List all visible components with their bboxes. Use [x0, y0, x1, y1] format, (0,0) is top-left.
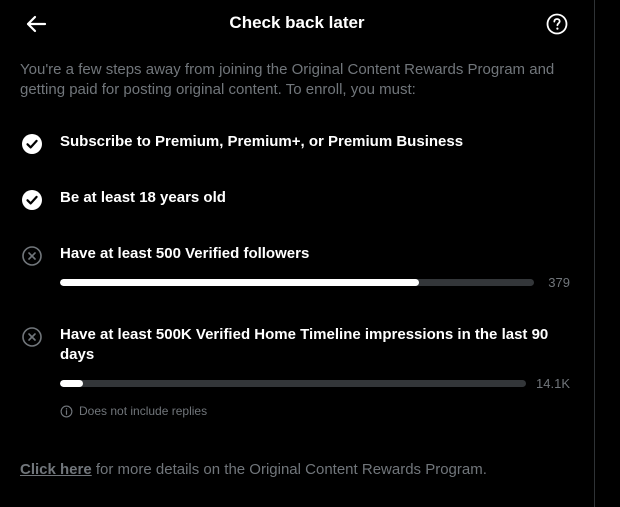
details-link[interactable]: Click here	[20, 461, 92, 478]
question-circle-icon	[546, 13, 568, 35]
followers-count: 379	[548, 275, 570, 290]
requirement-label: Have at least 500 Verified followers	[60, 245, 310, 262]
impressions-progress-fill	[60, 380, 84, 387]
help-button[interactable]	[545, 12, 569, 36]
impressions-count: 14.1K	[536, 376, 570, 391]
header: Check back later	[0, 0, 594, 48]
info-circle-icon	[60, 405, 73, 417]
check-circle-icon	[22, 190, 42, 210]
followers-progress-fill	[60, 279, 420, 286]
requirement-label: Have at least 500K Verified Home Timelin…	[60, 326, 549, 363]
enrollment-panel: Check back later You're a few steps away…	[0, 0, 594, 507]
footer: Click here for more details on the Origi…	[20, 460, 487, 480]
requirement-item: Have at least 500K Verified Home Timelin…	[20, 324, 580, 424]
followers-progress-bar	[60, 279, 534, 286]
footer-text: for more details on the Original Content…	[91, 461, 487, 478]
page-title: Check back later	[229, 13, 365, 32]
impressions-progress-bar	[60, 380, 526, 387]
x-circle-icon	[22, 327, 42, 347]
side-column	[595, 0, 620, 507]
replies-note: Does not include replies	[60, 404, 207, 418]
note-text: Does not include replies	[79, 404, 208, 418]
requirement-item: Subscribe to Premium, Premium+, or Premi…	[20, 132, 580, 156]
requirement-label: Subscribe to Premium, Premium+, or Premi…	[60, 133, 464, 150]
requirement-item: Be at least 18 years old	[20, 188, 580, 212]
intro-text: You're a few steps away from joining the…	[20, 61, 555, 98]
requirement-item: Have at least 500 Verified followers 379	[20, 244, 580, 294]
requirement-label: Be at least 18 years old	[60, 189, 226, 206]
x-circle-icon	[22, 246, 42, 266]
check-circle-icon	[22, 134, 42, 154]
